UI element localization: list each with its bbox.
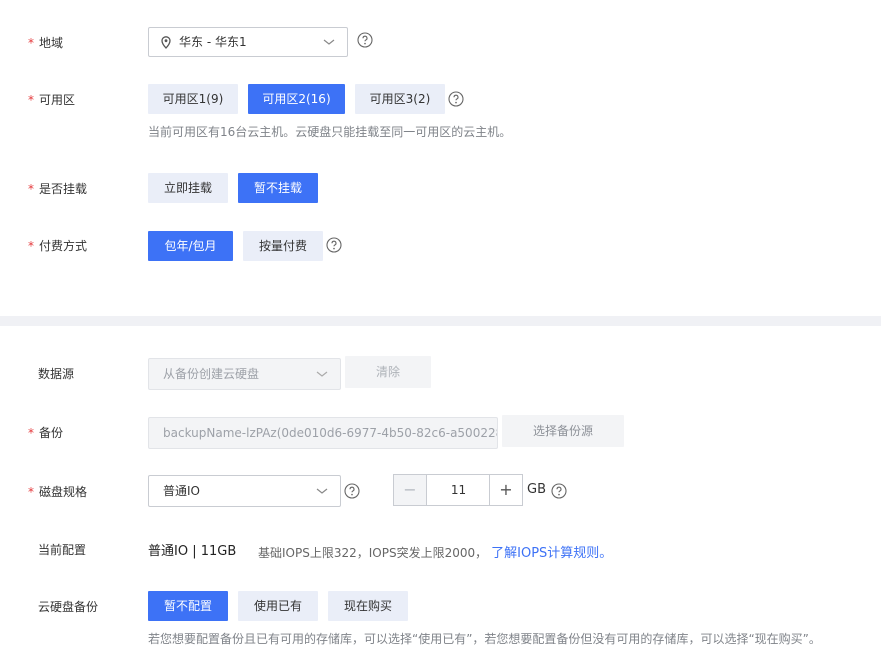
section-divider (0, 316, 881, 326)
region-value: 华东 - 华东1 (179, 35, 247, 49)
mount-now-button[interactable]: 立即挂载 (148, 173, 228, 203)
backup-buy-now-button[interactable]: 现在购买 (328, 591, 408, 621)
region-label: * 地域 (28, 36, 64, 50)
disk-size-stepper: − 11 + (393, 474, 523, 506)
size-unit: GB (527, 482, 546, 497)
clear-button[interactable]: 清除 (345, 356, 431, 388)
chevron-down-icon (316, 488, 328, 494)
help-icon[interactable] (357, 32, 373, 48)
disk-type-select[interactable]: 普通IO (148, 475, 341, 507)
zone-hint: 当前可用区有16台云主机。云硬盘只能挂载至同一可用区的云主机。 (148, 125, 512, 139)
backup-input[interactable]: backupName-lzPAz(0de010d6-6977-4b50-82c6… (148, 417, 498, 449)
help-icon[interactable] (551, 483, 567, 499)
zone-option-2[interactable]: 可用区2(16) (248, 84, 345, 114)
iops-rules-link[interactable]: 了解IOPS计算规则。 (491, 546, 612, 561)
config-detail: 基础IOPS上限322，IOPS突发上限2000， 了解IOPS计算规则。 (258, 546, 613, 561)
help-icon[interactable] (344, 483, 360, 499)
data-source-value: 从备份创建云硬盘 (163, 367, 260, 381)
config-summary: 普通IO | 11GB (148, 544, 237, 559)
disk-backup-label: 云硬盘备份 (38, 600, 99, 614)
disk-type-value: 普通IO (163, 484, 200, 498)
backup-skip-button[interactable]: 暂不配置 (148, 591, 228, 621)
location-pin-icon (161, 36, 171, 49)
backup-value: backupName-lzPAz(0de010d6-6977-4b50-82c6… (163, 426, 498, 440)
backup-label: * 备份 (28, 426, 64, 440)
increment-button[interactable]: + (489, 475, 522, 505)
data-source-label: 数据源 (38, 367, 75, 381)
mount-later-button[interactable]: 暂不挂载 (238, 173, 318, 203)
disk-spec-label: * 磁盘规格 (28, 485, 88, 499)
help-icon[interactable] (326, 237, 342, 253)
billing-pay-as-you-go-button[interactable]: 按量付费 (243, 231, 323, 261)
billing-label: * 付费方式 (28, 239, 88, 253)
backup-use-existing-button[interactable]: 使用已有 (238, 591, 318, 621)
mount-label: * 是否挂载 (28, 182, 88, 196)
decrement-button[interactable]: − (394, 475, 427, 505)
chevron-down-icon (323, 39, 335, 45)
chevron-down-icon (316, 371, 328, 377)
current-config-label: 当前配置 (38, 543, 87, 557)
region-select[interactable]: 华东 - 华东1 (148, 27, 348, 57)
data-source-select[interactable]: 从备份创建云硬盘 (148, 358, 341, 390)
billing-yearly-monthly-button[interactable]: 包年/包月 (148, 231, 233, 261)
zone-label: * 可用区 (28, 93, 76, 107)
disk-size-input[interactable]: 11 (427, 475, 490, 505)
zone-option-3[interactable]: 可用区3(2) (355, 84, 445, 114)
select-backup-source-button[interactable]: 选择备份源 (502, 415, 624, 447)
zone-option-1[interactable]: 可用区1(9) (148, 84, 238, 114)
disk-backup-hint: 若您想要配置备份且已有可用的存储库，可以选择“使用已有”，若您想要配置备份但没有… (148, 632, 821, 646)
help-icon[interactable] (448, 91, 464, 107)
